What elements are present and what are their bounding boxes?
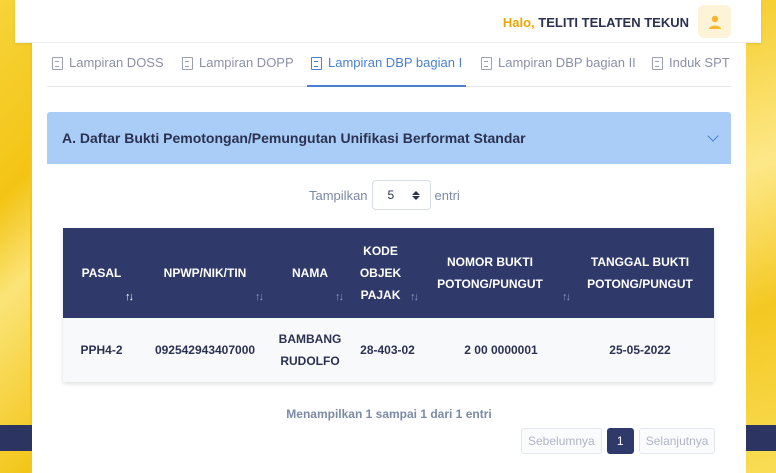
tab-lampiran-dbp-bagian-2[interactable]: Lampiran DBP bagian II (481, 55, 636, 87)
cell-npwp: 092542943407000 (140, 318, 270, 382)
page-length-value: 5 (387, 188, 395, 202)
sort-icon: ↑↓ (255, 291, 264, 303)
column-header-npwp[interactable]: NPWP/NIK/TIN ↑↓ (140, 228, 270, 318)
page-length-select[interactable]: 5 (371, 180, 431, 210)
table-info: Menampilkan 1 sampai 1 dari 1 entri (286, 407, 492, 421)
document-icon (652, 57, 663, 70)
column-header-tanggal-bukti[interactable]: TANGGAL BUKTI POTONG/PUNGUT (577, 228, 714, 318)
content-card: Lampiran DOSS Lampiran DOPP Lampiran DBP… (32, 43, 746, 473)
tab-label: Lampiran DBP bagian I (328, 55, 463, 70)
next-page-button[interactable]: Selanjutnya (638, 428, 716, 454)
background-left (0, 0, 30, 473)
document-icon (311, 57, 322, 70)
data-table: PASAL ↑↓ NPWP/NIK/TIN ↑↓ NAMA ↑↓ KODE OBJEK… (63, 228, 714, 382)
user-avatar-button[interactable] (698, 5, 731, 38)
select-arrows-icon (411, 190, 420, 200)
tab-label: Induk SPT (669, 55, 730, 70)
sort-icon: ↑↓ (125, 291, 134, 303)
section-title: A. Daftar Bukti Pemotongan/Pemungutan Un… (62, 130, 526, 146)
tab-induk-spt[interactable]: Induk SPT (652, 55, 730, 87)
background-right (746, 0, 776, 473)
user-name: TELITI TELATEN TEKUN (538, 15, 689, 30)
tab-label: Lampiran DBP bagian II (498, 55, 636, 70)
tab-label: Lampiran DOSS (69, 55, 164, 70)
cell-nomor-bukti: 2 00 0000001 (425, 318, 577, 382)
page-length-control: Tampilkan 5 entri (309, 180, 460, 210)
chevron-down-icon[interactable] (707, 130, 719, 142)
cell-tanggal-bukti: 25-05-2022 (577, 318, 714, 382)
table-header-row: PASAL ↑↓ NPWP/NIK/TIN ↑↓ NAMA ↑↓ KODE OBJEK… (63, 228, 714, 318)
tab-label: Lampiran DOPP (199, 55, 294, 70)
greeting-prefix: Halo, (502, 15, 535, 30)
sort-icon: ↑↓ (562, 291, 571, 303)
table-row[interactable]: PPH4-2 092542943407000 BAMBANG RUDOLFO 2… (63, 318, 714, 382)
document-icon (481, 57, 492, 70)
sort-icon: ↑↓ (335, 291, 344, 303)
background-band-right (746, 425, 776, 451)
user-greeting: Halo, TELITI TELATEN TEKUN (503, 15, 689, 30)
previous-page-button[interactable]: Sebelumnya (521, 428, 602, 454)
page-button-1[interactable]: 1 (606, 428, 634, 454)
cell-pasal: PPH4-2 (63, 318, 140, 382)
column-header-nomor-bukti[interactable]: NOMOR BUKTI POTONG/PUNGUT ↑↓ (425, 228, 577, 318)
cell-kode-objek-pajak: 28-403-02 (350, 318, 425, 382)
tab-bar: Lampiran DOSS Lampiran DOPP Lampiran DBP… (47, 43, 731, 87)
length-suffix-label: entri (434, 187, 460, 203)
top-bar: Halo, TELITI TELATEN TEKUN (15, 0, 761, 43)
length-prefix-label: Tampilkan (309, 187, 368, 203)
column-header-pasal[interactable]: PASAL ↑↓ (63, 228, 140, 318)
section-accordion-header[interactable]: A. Daftar Bukti Pemotongan/Pemungutan Un… (47, 112, 731, 164)
tab-lampiran-dbp-bagian-1[interactable]: Lampiran DBP bagian I (307, 55, 467, 87)
column-header-nama[interactable]: NAMA ↑↓ (270, 228, 350, 318)
data-table-container[interactable]: PASAL ↑↓ NPWP/NIK/TIN ↑↓ NAMA ↑↓ KODE OBJEK… (63, 228, 714, 382)
column-header-kode-objek-pajak[interactable]: KODE OBJEK PAJAK ↑↓ (350, 228, 425, 318)
tab-lampiran-doss[interactable]: Lampiran DOSS (52, 55, 164, 87)
sort-icon: ↑↓ (410, 291, 419, 303)
tab-lampiran-dopp[interactable]: Lampiran DOPP (182, 55, 294, 87)
pagination: Sebelumnya 1 Selanjutnya (521, 428, 716, 454)
cell-nama: BAMBANG RUDOLFO (270, 318, 350, 382)
document-icon (182, 57, 193, 70)
background-band-left (0, 425, 32, 451)
document-icon (52, 57, 63, 70)
user-icon (708, 15, 721, 29)
